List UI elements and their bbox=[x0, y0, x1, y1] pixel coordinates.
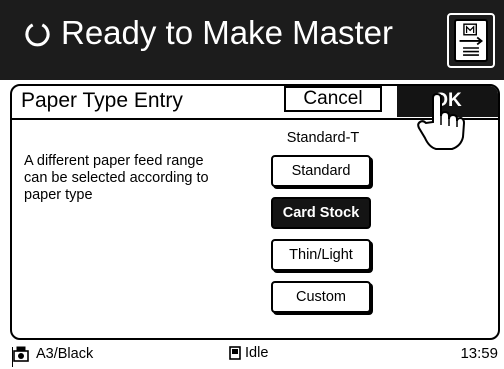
printer-status-icon bbox=[229, 346, 241, 360]
page-title: Ready to Make Master bbox=[61, 14, 393, 51]
refresh-icon bbox=[25, 22, 50, 46]
status-state: Idle bbox=[229, 345, 268, 361]
screen: Ready to Make Master Paper Type Entry Ca… bbox=[0, 0, 504, 369]
master-print-icon bbox=[454, 19, 488, 62]
paper-ink-label: A3/Black bbox=[36, 346, 94, 362]
dialog-description: A different paper feed range can be sele… bbox=[24, 153, 209, 203]
dialog-title: Paper Type Entry bbox=[21, 89, 183, 112]
status-paper-ink: A3/Black bbox=[12, 345, 93, 363]
state-label: Idle bbox=[245, 345, 269, 361]
header-title-group: Ready to Make Master bbox=[24, 14, 393, 52]
current-paper-type: Standard-T bbox=[286, 130, 360, 146]
master-print-button[interactable] bbox=[447, 13, 495, 68]
option-card-stock-button[interactable]: Card Stock bbox=[271, 197, 371, 229]
pointing-hand-icon bbox=[417, 92, 466, 150]
option-custom-button[interactable]: Custom bbox=[271, 281, 371, 313]
cancel-button[interactable]: Cancel bbox=[284, 86, 382, 112]
clock: 13:59 bbox=[460, 345, 498, 362]
option-thin-light-button[interactable]: Thin/Light bbox=[271, 239, 371, 271]
status-bar: A3/Black Idle 13:59 bbox=[0, 343, 504, 369]
header-bar: Ready to Make Master bbox=[0, 0, 504, 80]
option-standard-button[interactable]: Standard bbox=[271, 155, 371, 187]
ink-drum-icon bbox=[13, 346, 29, 362]
